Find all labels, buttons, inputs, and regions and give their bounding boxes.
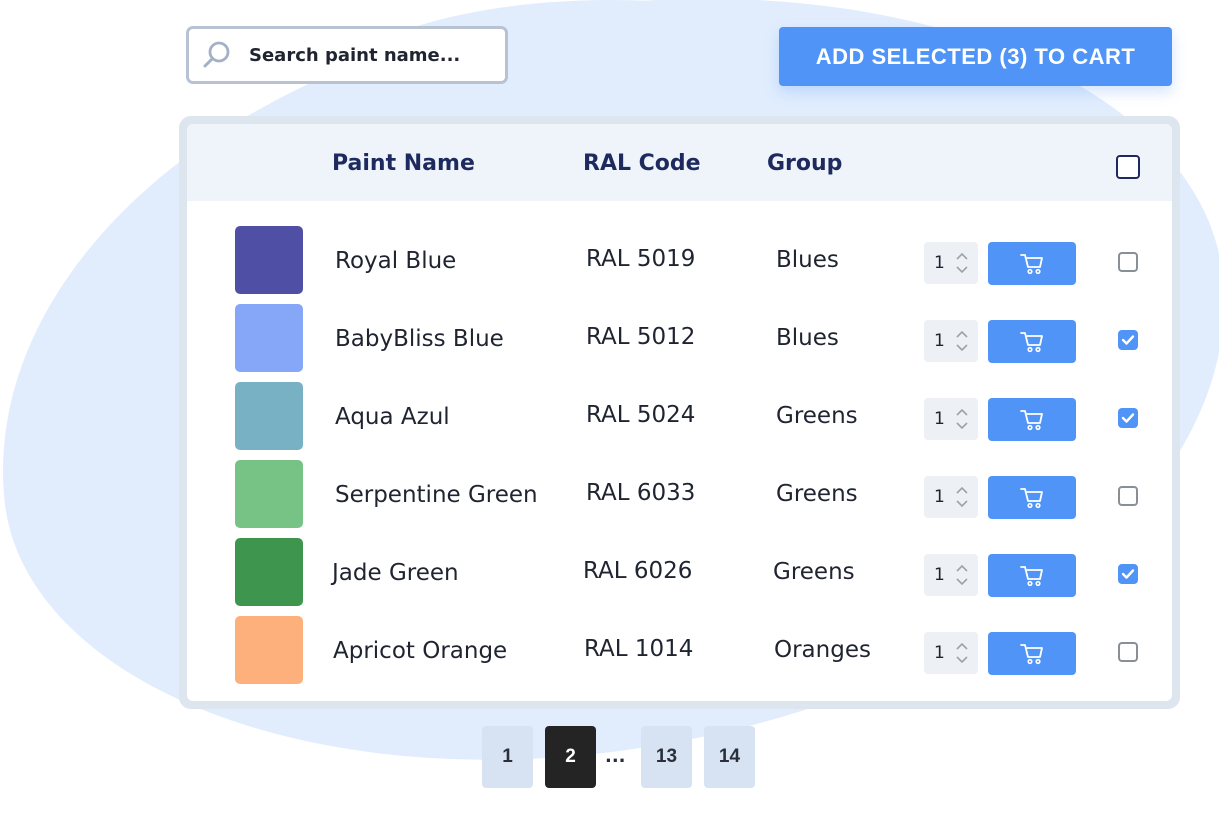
column-header-group: Group (767, 151, 843, 176)
page-button-13[interactable]: 13 (641, 726, 692, 788)
quantity-value: 1 (934, 487, 945, 507)
paint-table-body: Paint Name RAL Code Group Royal Blue RAL … (187, 124, 1172, 701)
quantity-value: 1 (934, 331, 945, 351)
color-swatch (235, 226, 303, 294)
quantity-value: 1 (934, 253, 945, 273)
table-header: Paint Name RAL Code Group (187, 124, 1172, 201)
table-row: Jade Green RAL 6026 Greens 1 (187, 538, 1172, 616)
add-to-cart-button[interactable] (988, 320, 1076, 363)
paint-group: Oranges (774, 637, 871, 663)
select-all-checkbox[interactable] (1116, 155, 1140, 179)
ral-code: RAL 5024 (586, 402, 696, 428)
cart-icon (1020, 331, 1043, 352)
ral-code: RAL 6026 (583, 558, 693, 584)
row-select-checkbox[interactable] (1118, 486, 1138, 506)
quantity-stepper[interactable]: 1 (924, 554, 978, 596)
color-swatch (235, 460, 303, 528)
paint-name: Serpentine Green (335, 482, 538, 508)
search-box[interactable] (186, 26, 508, 84)
check-icon (1121, 335, 1135, 345)
add-to-cart-button[interactable] (988, 242, 1076, 285)
color-swatch (235, 616, 303, 684)
row-select-checkbox[interactable] (1118, 252, 1138, 272)
row-select-checkbox[interactable] (1118, 642, 1138, 662)
table-row: Royal Blue RAL 5019 Blues 1 (187, 226, 1172, 304)
ral-code: RAL 5019 (586, 246, 696, 272)
quantity-stepper[interactable]: 1 (924, 398, 978, 440)
paint-name: BabyBliss Blue (335, 326, 504, 352)
paint-name: Jade Green (332, 560, 459, 586)
paint-group: Greens (773, 559, 855, 585)
chevron-down-icon[interactable] (956, 266, 968, 274)
paint-group: Greens (776, 403, 858, 429)
color-swatch (235, 538, 303, 606)
search-input[interactable] (247, 43, 505, 67)
paint-name: Royal Blue (335, 248, 457, 274)
paint-table: Paint Name RAL Code Group Royal Blue RAL … (179, 116, 1180, 709)
pagination-ellipsis: ... (605, 746, 626, 767)
chevron-up-icon[interactable] (956, 330, 968, 338)
paint-name: Apricot Orange (333, 638, 508, 664)
table-row: Aqua Azul RAL 5024 Greens 1 (187, 382, 1172, 460)
chevron-down-icon[interactable] (956, 344, 968, 352)
chevron-up-icon[interactable] (956, 642, 968, 650)
column-header-ral-code: RAL Code (583, 151, 701, 176)
quantity-value: 1 (934, 565, 945, 585)
chevron-down-icon[interactable] (956, 422, 968, 430)
quantity-value: 1 (934, 409, 945, 429)
column-header-paint-name: Paint Name (332, 151, 475, 176)
ral-code: RAL 6033 (586, 480, 696, 506)
paint-name: Aqua Azul (335, 404, 450, 430)
row-select-checkbox[interactable] (1118, 564, 1138, 584)
chevron-up-icon[interactable] (956, 252, 968, 260)
check-icon (1121, 413, 1135, 423)
chevron-down-icon[interactable] (956, 578, 968, 586)
row-select-checkbox[interactable] (1118, 408, 1138, 428)
add-to-cart-button[interactable] (988, 476, 1076, 519)
ral-code: RAL 1014 (584, 636, 694, 662)
ral-code: RAL 5012 (586, 324, 696, 350)
add-to-cart-button[interactable] (988, 632, 1076, 675)
chevron-down-icon[interactable] (956, 656, 968, 664)
paint-group: Blues (776, 247, 839, 273)
table-row: BabyBliss Blue RAL 5012 Blues 1 (187, 304, 1172, 382)
quantity-stepper[interactable]: 1 (924, 320, 978, 362)
add-to-cart-button[interactable] (988, 554, 1076, 597)
check-icon (1121, 569, 1135, 579)
quantity-value: 1 (934, 643, 945, 663)
table-row: Serpentine Green RAL 6033 Greens 1 (187, 460, 1172, 538)
color-swatch (235, 382, 303, 450)
quantity-stepper[interactable]: 1 (924, 632, 978, 674)
cart-icon (1020, 409, 1043, 430)
quantity-stepper[interactable]: 1 (924, 242, 978, 284)
row-select-checkbox[interactable] (1118, 330, 1138, 350)
cart-icon (1020, 565, 1043, 586)
quantity-stepper[interactable]: 1 (924, 476, 978, 518)
page-button-1[interactable]: 1 (482, 726, 533, 788)
paint-group: Blues (776, 325, 839, 351)
chevron-down-icon[interactable] (956, 500, 968, 508)
cart-icon (1020, 643, 1043, 664)
cart-icon (1020, 253, 1043, 274)
add-to-cart-button[interactable] (988, 398, 1076, 441)
chevron-up-icon[interactable] (956, 486, 968, 494)
paint-group: Greens (776, 481, 858, 507)
search-icon (203, 41, 230, 68)
page-button-14[interactable]: 14 (704, 726, 755, 788)
chevron-up-icon[interactable] (956, 408, 968, 416)
cart-icon (1020, 487, 1043, 508)
table-row: Apricot Orange RAL 1014 Oranges 1 (187, 616, 1172, 694)
page-button-2[interactable]: 2 (545, 726, 596, 788)
add-selected-to-cart-button[interactable]: ADD SELECTED (3) TO CART (779, 27, 1172, 86)
color-swatch (235, 304, 303, 372)
chevron-up-icon[interactable] (956, 564, 968, 572)
